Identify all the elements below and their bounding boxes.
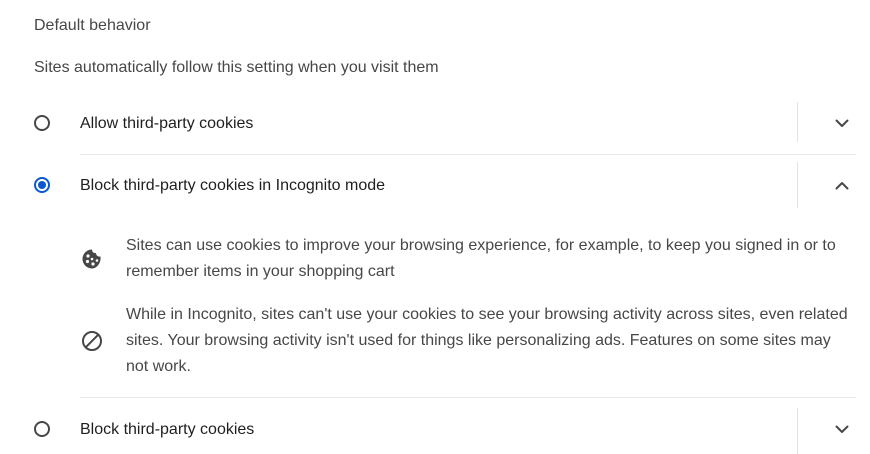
section-description: Sites automatically follow this setting … xyxy=(34,59,439,76)
radio-block-in-incognito[interactable] xyxy=(34,177,50,193)
expand-button[interactable] xyxy=(826,107,858,139)
option-label: Block third-party cookies in Incognito m… xyxy=(80,177,386,194)
horizontal-divider xyxy=(80,154,856,155)
cookie-settings-page: Default behavior Sites automatically fol… xyxy=(0,0,870,454)
option-block-in-incognito[interactable]: Block third-party cookies in Incognito m… xyxy=(0,160,870,212)
option-label: Allow third-party cookies xyxy=(80,115,254,132)
chevron-up-icon xyxy=(835,181,849,189)
collapse-button[interactable] xyxy=(826,169,858,201)
radio-block-third-party-cookies[interactable] xyxy=(34,421,50,437)
detail-text-incognito-blocking: While in Incognito, sites can't use your… xyxy=(126,306,848,375)
option-allow-third-party-cookies[interactable]: Allow third-party cookies xyxy=(0,98,870,150)
cookie-icon xyxy=(80,247,104,271)
option-block-third-party-cookies[interactable]: Block third-party cookies xyxy=(0,404,870,454)
horizontal-divider xyxy=(80,397,856,398)
option-label: Block third-party cookies xyxy=(80,421,255,438)
vertical-divider xyxy=(797,102,798,142)
detail-text-cookies-usage: Sites can use cookies to improve your br… xyxy=(126,237,836,280)
vertical-divider xyxy=(797,162,798,208)
vertical-divider xyxy=(797,408,798,454)
chevron-down-icon xyxy=(835,119,849,127)
expand-button[interactable] xyxy=(826,413,858,445)
radio-allow-third-party-cookies[interactable] xyxy=(34,115,50,131)
block-icon xyxy=(80,329,104,353)
chevron-down-icon xyxy=(835,425,849,433)
section-title: Default behavior xyxy=(34,17,151,34)
